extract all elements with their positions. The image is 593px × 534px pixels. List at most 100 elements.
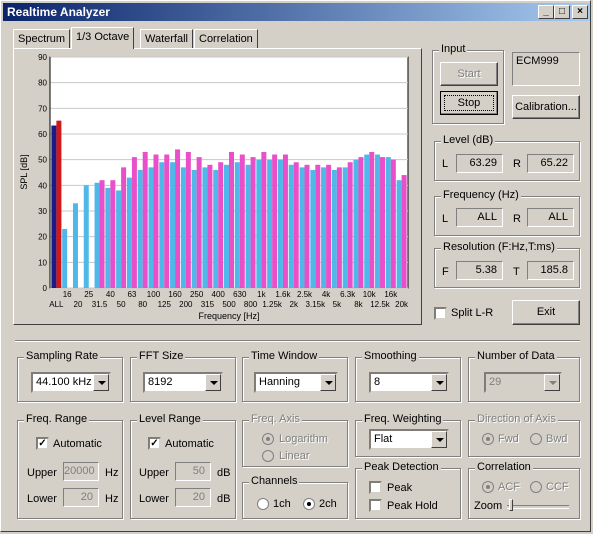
- freq-weighting-value: Flat: [374, 433, 393, 445]
- bar-r: [99, 180, 105, 288]
- bar-l: [137, 169, 143, 288]
- bar-r: [336, 167, 342, 288]
- bar-r: [347, 162, 353, 288]
- freq-range-lower-unit: Hz: [105, 493, 119, 505]
- level-range-upper-input[interactable]: 50: [175, 462, 211, 481]
- y-tick-label: 60: [38, 130, 47, 139]
- level-range-upper-label: Upper: [139, 467, 169, 479]
- app-window: Realtime Analyzer _ □ × Spectrum 1/3 Oct…: [0, 0, 591, 532]
- freq-axis-label: Freq. Axis: [249, 413, 302, 425]
- split-lr-checkbox[interactable]: [434, 307, 447, 320]
- direction-bwd-label: Bwd: [546, 433, 568, 445]
- freq-range-upper-input[interactable]: 20000: [63, 462, 99, 481]
- freq-range-automatic-checkbox[interactable]: ✓: [36, 437, 49, 450]
- freq-range-lower-input[interactable]: 20: [63, 488, 99, 507]
- separator: [15, 340, 580, 342]
- channels-2ch-label: 2ch: [319, 498, 337, 510]
- x-tick-label: 16k: [384, 290, 398, 299]
- x-tick-label: 125: [158, 300, 172, 309]
- level-r-value: 65.22: [527, 154, 574, 173]
- bar-r: [390, 159, 396, 288]
- bar-l: [191, 169, 197, 288]
- fft-size-value: 8192: [148, 376, 173, 388]
- y-tick-label: 80: [38, 79, 47, 88]
- calibration-button[interactable]: Calibration...: [512, 95, 580, 119]
- tab-waterfall[interactable]: Waterfall: [140, 29, 193, 48]
- maximize-button[interactable]: □: [554, 5, 570, 19]
- bar-r: [207, 164, 213, 288]
- level-group-label: Level (dB): [441, 134, 496, 146]
- bar-l: [148, 167, 154, 288]
- freq-axis-linear-radio[interactable]: [262, 450, 274, 462]
- smoothing-select[interactable]: 8: [369, 372, 449, 393]
- frequency-l-label: L: [442, 213, 449, 225]
- tab-correlation[interactable]: Correlation: [194, 29, 258, 48]
- freq-range-upper-unit: Hz: [105, 467, 119, 479]
- x-tick-label: 50: [117, 300, 126, 309]
- chevron-down-icon[interactable]: [205, 374, 221, 391]
- channels-1ch-radio[interactable]: [257, 498, 269, 510]
- resolution-t-value: 185.8: [527, 261, 574, 280]
- chevron-down-icon[interactable]: [544, 374, 560, 391]
- peak-label: Peak: [387, 482, 413, 494]
- x-tick-label: 200: [179, 300, 193, 309]
- tab-third-octave[interactable]: 1/3 Octave: [71, 27, 135, 49]
- bar-l: [202, 167, 208, 288]
- chevron-down-icon[interactable]: [431, 431, 447, 448]
- bar-l: [321, 167, 327, 288]
- sampling-rate-select[interactable]: 44.100 kHz: [31, 372, 111, 393]
- device-name-field: ECM999: [512, 52, 580, 86]
- sampling-rate-value: 44.100 kHz: [36, 376, 92, 388]
- x-tick-label: 160: [168, 290, 182, 299]
- bar-r: [250, 157, 256, 288]
- bar-l: [331, 169, 337, 288]
- direction-fwd-radio[interactable]: [482, 433, 494, 445]
- exit-button[interactable]: Exit: [512, 300, 580, 325]
- number-of-data-select[interactable]: 29: [484, 372, 562, 393]
- time-window-select[interactable]: Hanning: [254, 372, 338, 393]
- bar-r: [229, 151, 234, 288]
- bar-r: [282, 154, 288, 288]
- bar-r: [175, 149, 181, 288]
- freq-range-automatic-label: Automatic: [53, 438, 102, 450]
- freq-axis-logarithm-radio[interactable]: [262, 433, 274, 445]
- level-range-automatic-checkbox[interactable]: ✓: [148, 437, 161, 450]
- freq-axis-linear-label: Linear: [279, 450, 310, 462]
- start-button[interactable]: Start: [440, 62, 498, 86]
- zoom-slider-thumb[interactable]: [509, 499, 513, 511]
- fft-size-select[interactable]: 8192: [143, 372, 223, 393]
- y-tick-label: 70: [38, 104, 47, 113]
- correlation-ccf-radio[interactable]: [530, 481, 542, 493]
- bar-r: [218, 162, 224, 288]
- channels-2ch-radio[interactable]: [303, 498, 315, 510]
- bar-l: [170, 162, 176, 288]
- correlation-acf-radio[interactable]: [482, 481, 494, 493]
- peak-hold-checkbox[interactable]: [369, 499, 382, 512]
- frequency-l-value: ALL: [456, 208, 503, 227]
- stop-button[interactable]: Stop: [440, 91, 498, 115]
- direction-of-axis-label: Direction of Axis: [475, 413, 558, 425]
- tab-panel: 0 10 20 30 40 50 60 70 80 90 ALL 16 20 25 31.5 40 50 63 8…: [13, 48, 422, 325]
- number-of-data-label: Number of Data: [475, 350, 557, 362]
- bar-r: [164, 154, 170, 288]
- bar-l: [83, 185, 89, 288]
- bar-r: [315, 164, 321, 288]
- y-axis-label: SPL [dB]: [19, 154, 29, 189]
- tab-spectrum[interactable]: Spectrum: [13, 29, 71, 48]
- chevron-down-icon[interactable]: [431, 374, 447, 391]
- chevron-down-icon[interactable]: [93, 374, 109, 391]
- peak-checkbox[interactable]: [369, 481, 382, 494]
- close-button[interactable]: ×: [572, 5, 588, 19]
- freq-weighting-select[interactable]: Flat: [369, 429, 449, 450]
- minimize-button[interactable]: _: [538, 5, 554, 19]
- chevron-down-icon[interactable]: [320, 374, 336, 391]
- level-range-lower-unit: dB: [217, 493, 231, 505]
- x-tick-label: 25: [84, 290, 93, 299]
- channels-label: Channels: [249, 475, 300, 487]
- x-tick-label: 20: [74, 300, 83, 309]
- level-range-lower-input[interactable]: 20: [175, 488, 211, 507]
- resolution-group-label: Resolution (F:Hz,T:ms): [441, 241, 557, 253]
- bar-r: [239, 154, 245, 288]
- direction-bwd-radio[interactable]: [530, 433, 542, 445]
- freq-range-label: Freq. Range: [24, 413, 90, 425]
